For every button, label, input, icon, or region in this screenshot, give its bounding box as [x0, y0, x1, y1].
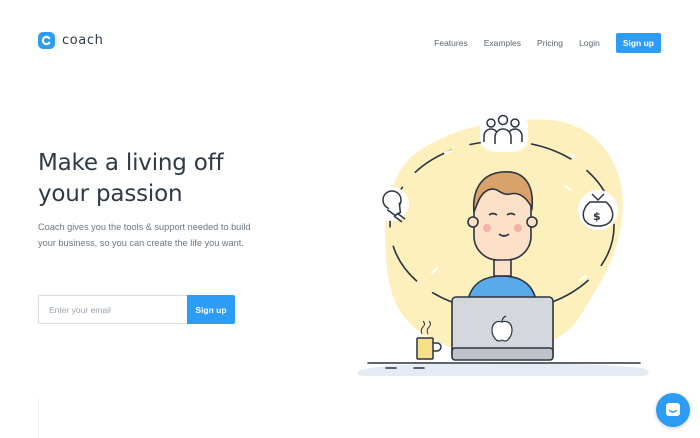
hero-title: Make a living off your passion [38, 148, 224, 210]
nav-features[interactable]: Features [434, 38, 468, 48]
money-bag-icon: $ [578, 190, 618, 230]
nav-login[interactable]: Login [579, 38, 600, 48]
hero-illustration: $ [357, 112, 649, 376]
email-field[interactable] [38, 295, 187, 324]
laptop-icon [451, 296, 554, 361]
desk [357, 362, 649, 376]
nav-examples[interactable]: Examples [484, 38, 521, 48]
logo[interactable]: coach [38, 32, 103, 49]
brand-name: coach [62, 33, 104, 48]
nav-pricing[interactable]: Pricing [537, 38, 563, 48]
people-icon [480, 112, 528, 152]
chat-launcher-button[interactable] [656, 393, 690, 427]
coach-logo-icon [38, 32, 55, 49]
top-nav: Features Examples Pricing Login Sign up [418, 33, 661, 53]
svg-text:$: $ [593, 210, 601, 223]
section-divider [38, 398, 39, 438]
hero-title-line1: Make a living off [38, 150, 224, 176]
signup-submit-button[interactable]: Sign up [187, 295, 235, 324]
signup-form: Sign up [38, 295, 235, 324]
hero-subtitle: Coach gives you the tools & support need… [38, 222, 251, 248]
nav-signup-button[interactable]: Sign up [615, 33, 661, 53]
hero-title-line2: your passion [38, 181, 183, 207]
chat-icon [666, 403, 680, 416]
